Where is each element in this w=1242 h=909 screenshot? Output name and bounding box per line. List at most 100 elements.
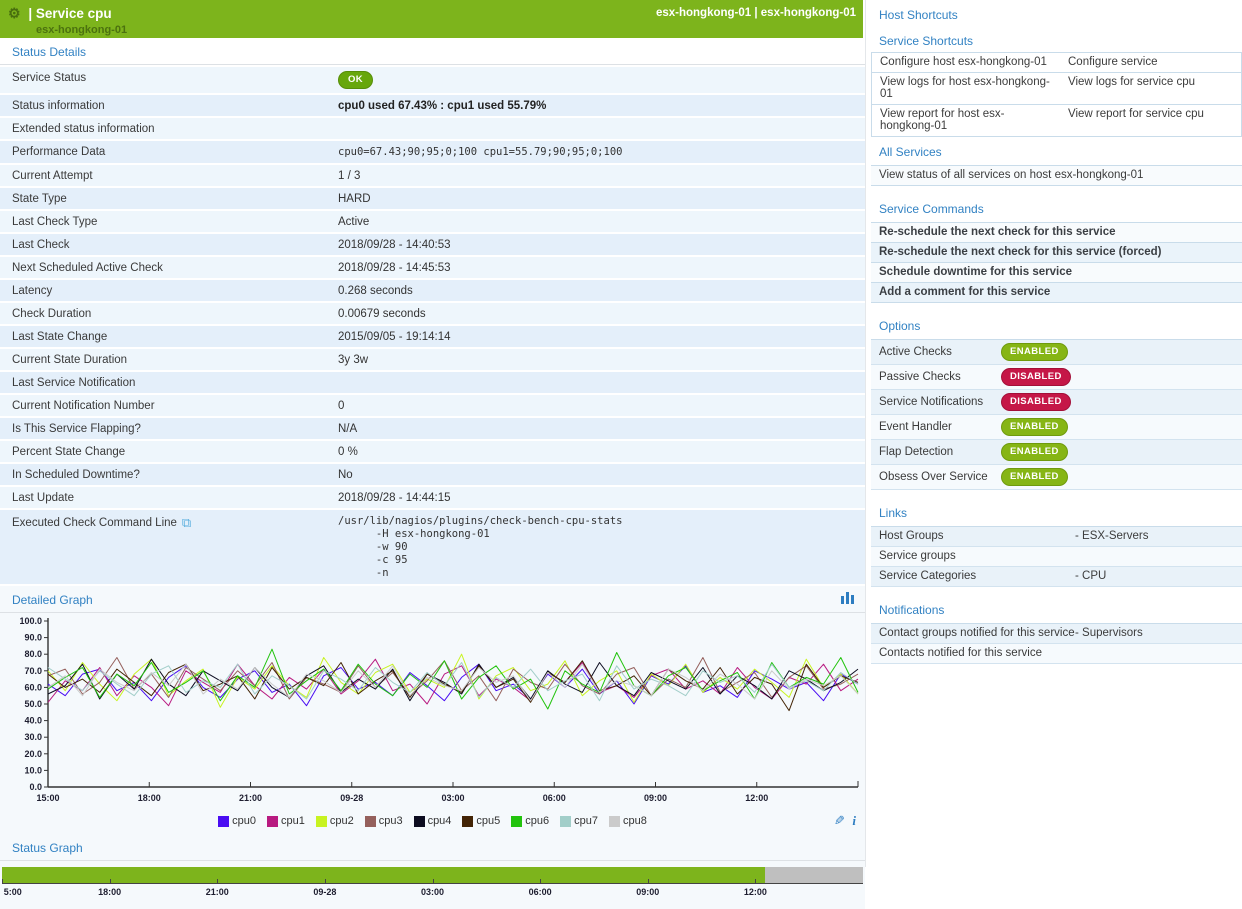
table-row: Last State Change 2015/09/05 - 19:14:14: [0, 326, 865, 347]
svg-text:10.0: 10.0: [24, 765, 42, 775]
svg-text:20.0: 20.0: [24, 749, 42, 759]
option-label: Obsess Over Service: [879, 471, 1001, 483]
host-shortcut-link[interactable]: View report for host esx-hongkong-01: [872, 105, 1060, 136]
table-row: Percent State Change 0 %: [0, 441, 865, 462]
service-command-link[interactable]: Add a comment for this service: [871, 283, 1242, 303]
sidebar-panel: Host ShortcutsService Shortcuts Configur…: [871, 0, 1242, 867]
row-label: Service Status: [12, 71, 338, 84]
timeline-tick-label: 18:00: [98, 887, 121, 897]
detailed-graph-heading: Detailed Graph: [12, 593, 93, 607]
table-row: Service Status OK: [0, 67, 865, 93]
status-badge: ENABLED: [1001, 418, 1068, 436]
link-label: Service groups: [879, 550, 1075, 562]
row-value: 0.268 seconds: [338, 284, 857, 297]
row-label: Is This Service Flapping?: [12, 422, 338, 435]
all-services-heading: All Services: [871, 137, 1242, 165]
main-panel: ⚙ | Service cpu esx-hongkong-01 esx-hong…: [0, 0, 866, 867]
legend-swatch: [218, 816, 229, 827]
link-row: Service Categories - CPU: [871, 567, 1242, 587]
table-row: Current Notification Number 0: [0, 395, 865, 416]
host-subtitle: esx-hongkong-01: [36, 24, 855, 36]
option-row: Flap Detection ENABLED: [871, 440, 1242, 465]
option-label: Active Checks: [879, 346, 1001, 358]
status-badge: DISABLED: [1001, 368, 1071, 386]
options-heading: Options: [871, 311, 1242, 339]
copy-icon[interactable]: [177, 515, 191, 531]
status-badge: ENABLED: [1001, 443, 1068, 461]
status-graph-heading: Status Graph: [12, 841, 83, 855]
link-row: Service groups: [871, 547, 1242, 567]
svg-text:15:00: 15:00: [36, 793, 59, 803]
legend-item: cpu1: [267, 815, 305, 827]
timeline-tick: [755, 879, 756, 884]
status-badge: ENABLED: [1001, 343, 1068, 361]
status-graph-section: Status Graph 5:0018:0021:0009-2803:0006:…: [0, 834, 865, 909]
notification-label: Contacts notified for this service: [879, 647, 1075, 659]
header-host-breadcrumb[interactable]: esx-hongkong-01 | esx-hongkong-01: [656, 7, 856, 19]
link-value[interactable]: - ESX-Servers: [1075, 530, 1234, 542]
service-shortcut-link[interactable]: View logs for service cpu: [1060, 73, 1241, 104]
status-details-heading: Status Details: [0, 38, 865, 65]
page-title: | Service cpu: [28, 6, 111, 21]
table-row: Last Check 2018/09/28 - 14:40:53: [0, 234, 865, 255]
row-label: Percent State Change: [12, 445, 338, 458]
notifications-heading: Notifications: [871, 595, 1242, 623]
service-shortcut-link[interactable]: View report for service cpu: [1060, 105, 1241, 136]
timeline-tick: [2, 879, 3, 884]
notification-value[interactable]: [1075, 647, 1234, 659]
row-label: In Scheduled Downtime?: [12, 468, 338, 481]
link-value[interactable]: - CPU: [1075, 570, 1234, 582]
edit-graph-icon[interactable]: ✎: [834, 813, 845, 829]
service-command-link[interactable]: Re-schedule the next check for this serv…: [871, 223, 1242, 243]
legend-item: cpu2: [316, 815, 354, 827]
service-command-link[interactable]: Schedule downtime for this service: [871, 263, 1242, 283]
links-heading: Links: [871, 498, 1242, 526]
row-value: OK: [338, 71, 373, 89]
bar-chart-icon[interactable]: [841, 591, 855, 607]
row-value: HARD: [338, 192, 857, 205]
option-row: Active Checks ENABLED: [871, 340, 1242, 365]
row-label: Last Check: [12, 238, 338, 251]
notification-row: Contact groups notified for this service…: [871, 624, 1242, 644]
legend-item: cpu5: [462, 815, 500, 827]
row-label: Current Notification Number: [12, 399, 338, 412]
status-timeline-axis: 5:0018:0021:0009-2803:0006:0009:0012:00: [2, 883, 863, 909]
table-row: Latency 0.268 seconds: [0, 280, 865, 301]
svg-text:0.0: 0.0: [29, 782, 42, 792]
service-command-link[interactable]: Re-schedule the next check for this serv…: [871, 243, 1242, 263]
row-label: Last Service Notification: [12, 376, 338, 389]
link-value[interactable]: [1075, 550, 1234, 562]
timeline-segment-no-data: [765, 867, 863, 883]
row-label: Check Duration: [12, 307, 338, 320]
row-label: Last State Change: [12, 330, 338, 343]
options-list: Active Checks ENABLED Passive Checks DIS…: [871, 339, 1242, 490]
legend-item: cpu8: [609, 815, 647, 827]
row-value: 2018/09/28 - 14:44:15: [338, 491, 857, 504]
legend-swatch: [511, 816, 522, 827]
row-label: State Type: [12, 192, 338, 205]
row-label: Executed Check Command Line: [12, 514, 338, 531]
all-services-list: View status of all services on host esx-…: [871, 165, 1242, 186]
detailed-graph-chart: 0.010.020.030.040.050.060.070.080.090.01…: [0, 613, 865, 810]
legend-swatch: [365, 816, 376, 827]
gear-icon[interactable]: ⚙: [8, 5, 21, 22]
legend-swatch: [267, 816, 278, 827]
host-shortcut-link[interactable]: View logs for host esx-hongkong-01: [872, 73, 1060, 104]
legend-item: cpu6: [511, 815, 549, 827]
all-services-link[interactable]: View status of all services on host esx-…: [871, 166, 1242, 186]
service-shortcut-link[interactable]: Configure service: [1060, 53, 1241, 72]
shortcut-row: View report for host esx-hongkong-01 Vie…: [872, 105, 1241, 137]
host-shortcut-link[interactable]: Configure host esx-hongkong-01: [872, 53, 1060, 72]
timeline-tick: [217, 879, 218, 884]
service-shortcuts-heading: Service Shortcuts: [871, 26, 1057, 52]
links-list: Host Groups - ESX-Servers Service groups…: [871, 526, 1242, 587]
row-label: Status information: [12, 99, 338, 112]
notification-value[interactable]: - Supervisors: [1075, 627, 1234, 639]
shortcuts-table: Configure host esx-hongkong-01 Configure…: [871, 52, 1242, 137]
row-value: N/A: [338, 422, 857, 435]
detailed-graph-section: Detailed Graph 0.010.020.030.040.050.060…: [0, 586, 865, 834]
notification-row: Contacts notified for this service: [871, 644, 1242, 664]
info-icon[interactable]: i: [852, 813, 856, 828]
link-label: Host Groups: [879, 530, 1075, 542]
svg-text:70.0: 70.0: [24, 666, 42, 676]
